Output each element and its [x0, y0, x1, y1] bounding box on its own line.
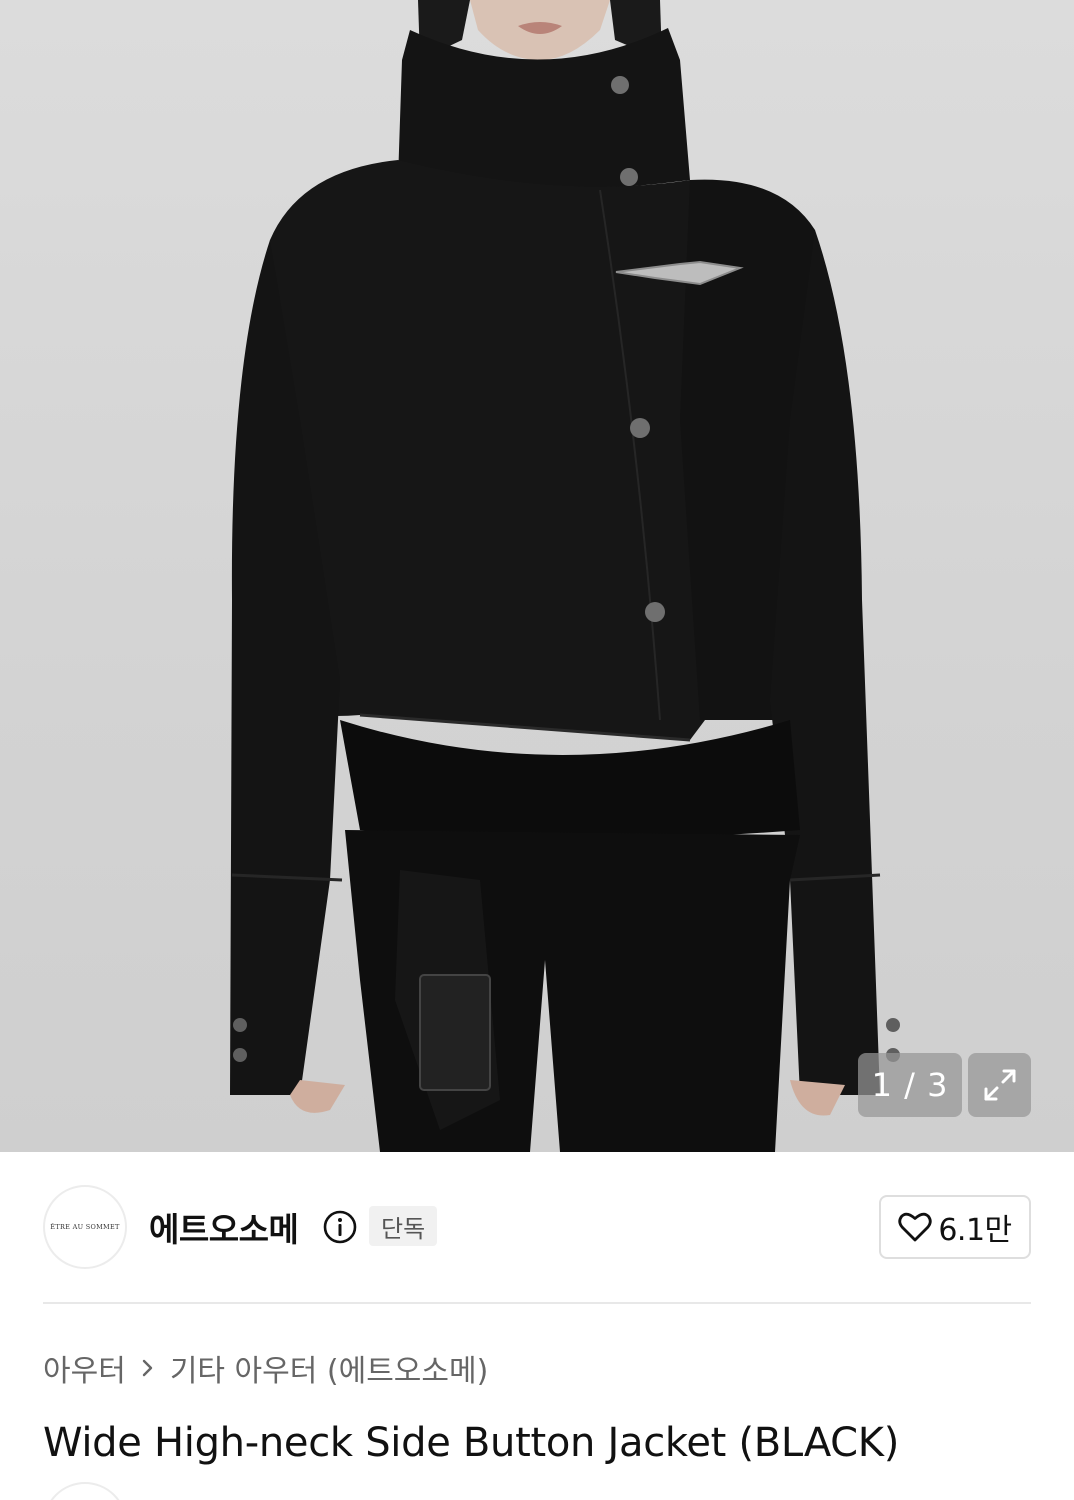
expand-button[interactable]: [968, 1053, 1031, 1117]
seller-row: ÊTRE AU SOMMET 에트오소메 단독 6.1만: [43, 1185, 1031, 1269]
breadcrumb-item-other-outer[interactable]: 기타 아우터 (에트오소메): [170, 1346, 488, 1390]
expand-arrows-icon: [984, 1069, 1015, 1101]
heart-icon: [898, 1212, 932, 1242]
exclusive-badge: 단독: [369, 1206, 438, 1246]
like-button[interactable]: 6.1만: [879, 1195, 1031, 1259]
like-count: 6.1만: [938, 1213, 1012, 1248]
chevron-right-icon: [142, 1359, 153, 1377]
product-detail-page: 1 / 3 ÊTRE AU SOMMET 에트오소메 단독 6.1만 아우터 기…: [0, 0, 1074, 1500]
brand-logo[interactable]: ÊTRE AU SOMMET: [43, 1185, 127, 1269]
product-photo: [230, 0, 900, 1152]
divider: [43, 1302, 1031, 1304]
brand-name[interactable]: 에트오소메: [149, 1203, 299, 1251]
avatar: [43, 1482, 127, 1500]
breadcrumb-item-outer[interactable]: 아우터: [43, 1346, 126, 1390]
breadcrumb: 아우터 기타 아우터 (에트오소메): [43, 1346, 488, 1390]
product-image-gallery[interactable]: 1 / 3: [0, 0, 1074, 1152]
info-icon[interactable]: [322, 1209, 358, 1245]
brand-logo-text: ÊTRE AU SOMMET: [50, 1223, 120, 1231]
image-counter: 1 / 3: [858, 1053, 962, 1117]
product-title: Wide High-neck Side Button Jacket (BLACK…: [43, 1420, 900, 1466]
